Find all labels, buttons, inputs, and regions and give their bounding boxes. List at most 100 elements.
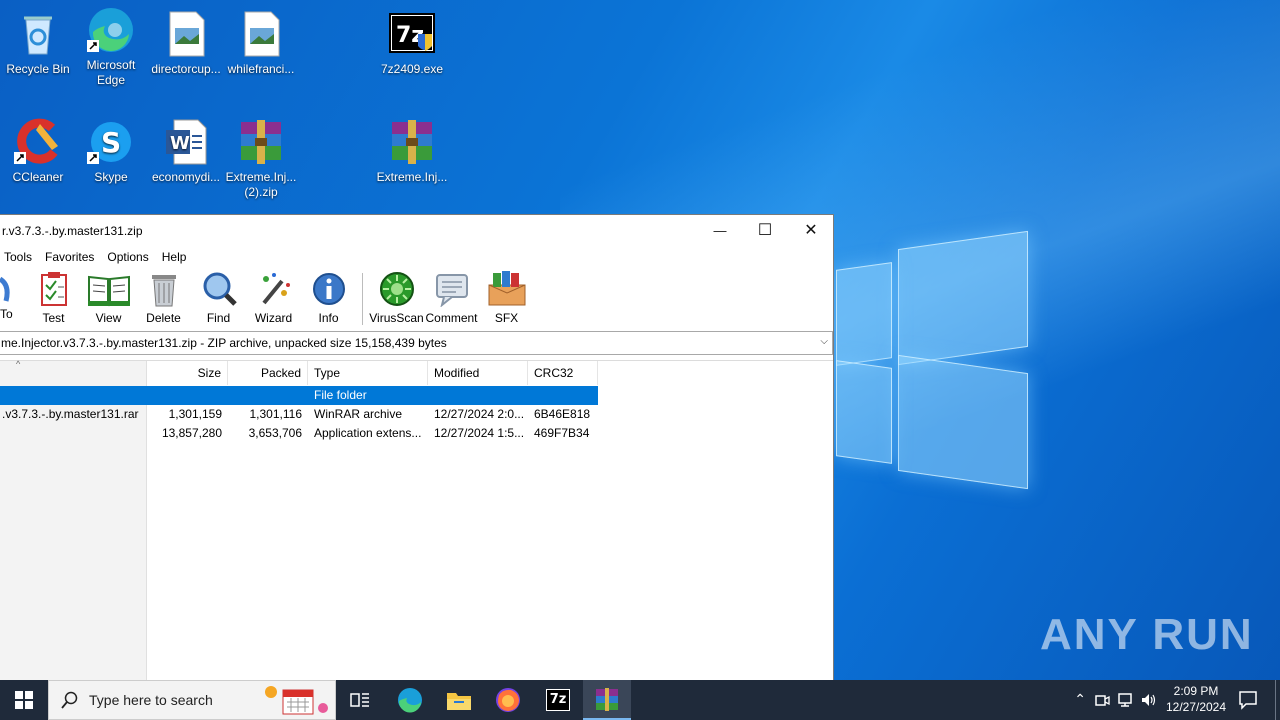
menu-options[interactable]: Options: [107, 250, 148, 264]
ccleaner-icon: [14, 118, 62, 166]
image-file-icon: [237, 10, 285, 58]
test-button[interactable]: Test: [26, 271, 81, 325]
comment-icon: [434, 271, 470, 308]
desktop-icon-whilefranci[interactable]: whilefranci...: [223, 10, 299, 77]
magnifier-icon: [201, 271, 237, 307]
skype-icon: S: [87, 118, 135, 166]
table-row[interactable]: .v3.7.3.-.by.master131.rar 1,301,159 1,3…: [0, 405, 598, 424]
image-file-icon: [162, 10, 210, 58]
info-icon: [311, 271, 347, 307]
taskbar-firefox[interactable]: [484, 680, 532, 720]
archive-path-text: me.Injector.v3.7.3.-.by.master131.zip - …: [1, 336, 447, 350]
trash-icon: [146, 271, 182, 307]
show-hidden-icons-chevron-icon[interactable]: ⌃: [1074, 691, 1086, 708]
delete-button[interactable]: Delete: [136, 271, 191, 325]
extract-icon: [0, 271, 14, 307]
address-bar[interactable]: me.Injector.v3.7.3.-.by.master131.zip - …: [0, 331, 833, 355]
close-icon: ✕: [804, 222, 818, 239]
anyrun-watermark: ANY RUN: [1040, 610, 1254, 659]
info-button[interactable]: Info: [301, 271, 356, 325]
sort-arrow-icon[interactable]: ^: [16, 359, 20, 369]
column-header-type[interactable]: Type: [308, 361, 428, 385]
window-titlebar[interactable]: r.v3.7.3.-.by.master131.zip — ☐ ✕: [0, 215, 833, 247]
search-placeholder: Type here to search: [89, 692, 213, 708]
calendar-decoration-icon: [265, 686, 328, 715]
winrar-archive-icon: [237, 118, 285, 166]
7zip-icon: 7z: [546, 689, 570, 711]
minimize-button[interactable]: —: [697, 215, 743, 245]
view-book-icon: [87, 271, 131, 307]
taskbar-winrar-active[interactable]: [583, 680, 631, 720]
column-header-size[interactable]: Size: [148, 361, 228, 385]
volume-icon[interactable]: [1140, 692, 1158, 708]
taskbar-edge[interactable]: [386, 680, 434, 720]
show-desktop-button[interactable]: [1275, 680, 1280, 720]
maximize-icon: ☐: [757, 222, 773, 239]
virusscan-button[interactable]: VirusScan: [369, 271, 424, 325]
table-row[interactable]: File folder: [0, 386, 598, 405]
maximize-button[interactable]: ☐: [742, 215, 788, 245]
toolbar: To Test View Delete Find Wizard Info Vir…: [0, 267, 833, 329]
taskbar-file-explorer[interactable]: [435, 680, 483, 720]
sfx-button[interactable]: SFX: [479, 271, 534, 325]
folder-icon: [447, 693, 471, 710]
desktop-icon-extreme-injector[interactable]: Extreme.Inj...: [374, 118, 450, 185]
word-document-icon: W: [162, 118, 210, 166]
menu-tools[interactable]: Tools: [4, 250, 32, 264]
meet-now-icon[interactable]: [1094, 692, 1110, 708]
virus-scan-icon: [379, 271, 415, 307]
table-row[interactable]: 13,857,280 3,653,706 Application extens.…: [0, 424, 598, 443]
menu-favorites[interactable]: Favorites: [45, 250, 94, 264]
7zip-installer-icon: 7z: [388, 10, 436, 58]
taskbar-7zip[interactable]: 7z: [534, 680, 582, 720]
magic-wand-icon: [256, 271, 292, 307]
comment-button[interactable]: Comment: [424, 271, 479, 325]
desktop-icon-economydi[interactable]: W economydi...: [148, 118, 224, 185]
clock-time: 2:09 PM: [1173, 684, 1219, 698]
desktop-icon-edge[interactable]: Microsoft Edge: [73, 6, 149, 88]
network-icon[interactable]: [1117, 692, 1135, 708]
desktop-icon-ccleaner[interactable]: CCleaner: [0, 118, 76, 185]
column-header-packed[interactable]: Packed: [228, 361, 308, 385]
taskbar: Type here to search 7z ⌃ 2:09 PM 12/27/2…: [0, 680, 1280, 720]
firefox-icon: [496, 688, 520, 712]
winrar-archive-icon: [388, 118, 436, 166]
minimize-icon: —: [713, 222, 727, 238]
close-button[interactable]: ✕: [788, 215, 834, 245]
task-view-button[interactable]: [336, 680, 384, 720]
edge-icon: [398, 688, 422, 713]
column-header-crc32[interactable]: CRC32: [528, 361, 598, 385]
find-button[interactable]: Find: [191, 271, 246, 325]
menu-help[interactable]: Help: [162, 250, 187, 264]
desktop-icon-7z2409[interactable]: 7z 7z2409.exe: [374, 10, 450, 77]
task-view-icon: [350, 693, 369, 707]
start-button[interactable]: [0, 680, 48, 720]
extract-to-button[interactable]: To: [0, 271, 18, 321]
svg-text:S: S: [101, 126, 121, 159]
desktop-icon-directorcup[interactable]: directorcup...: [148, 10, 224, 77]
chevron-down-icon[interactable]: ⌵: [820, 336, 828, 347]
search-box[interactable]: Type here to search: [48, 680, 336, 720]
winrar-icon: [596, 688, 618, 711]
recycle-bin-icon: [14, 10, 62, 58]
action-center-icon[interactable]: [1238, 690, 1258, 710]
file-list: ^ Size Packed Type Modified CRC32 File f…: [0, 359, 833, 681]
edge-icon: [87, 6, 135, 54]
wizard-button[interactable]: Wizard: [246, 271, 301, 325]
sfx-archive-icon: [485, 271, 529, 307]
clock[interactable]: 2:09 PM 12/27/2024: [1160, 683, 1232, 715]
menu-bar: Tools Favorites Options Help: [0, 247, 833, 267]
view-button[interactable]: View: [81, 271, 136, 325]
desktop-icon-recycle-bin[interactable]: Recycle Bin: [0, 10, 76, 77]
desktop-icon-extreme-injector-2-zip[interactable]: Extreme.Inj... (2).zip: [223, 118, 299, 200]
desktop-icon-skype[interactable]: S Skype: [73, 118, 149, 185]
svg-text:W: W: [170, 133, 190, 154]
search-icon: [61, 691, 78, 709]
toolbar-separator: [362, 273, 363, 325]
window-title: r.v3.7.3.-.by.master131.zip: [2, 224, 143, 238]
winrar-window: r.v3.7.3.-.by.master131.zip — ☐ ✕ Tools …: [0, 214, 834, 681]
windows-logo-wallpaper: [836, 230, 1030, 490]
clock-date: 12/27/2024: [1165, 700, 1227, 714]
column-header-modified[interactable]: Modified: [428, 361, 528, 385]
windows-start-icon: [15, 691, 33, 709]
